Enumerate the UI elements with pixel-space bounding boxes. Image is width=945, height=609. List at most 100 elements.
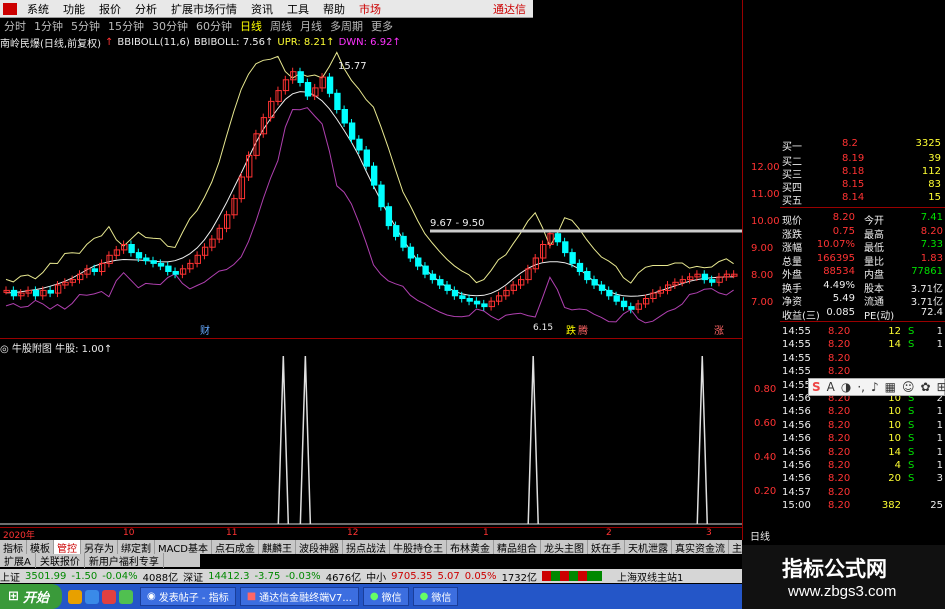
- candle-body[interactable]: [378, 184, 385, 208]
- start-button[interactable]: ⊞ 开始: [0, 584, 62, 609]
- candle-body[interactable]: [371, 165, 378, 186]
- menu-system[interactable]: 系统: [20, 1, 56, 17]
- candle-body[interactable]: [238, 176, 246, 200]
- candle-body[interactable]: [503, 289, 510, 297]
- ie-icon[interactable]: [85, 589, 99, 604]
- folder-icon[interactable]: [68, 589, 82, 604]
- candle-body[interactable]: [569, 252, 576, 264]
- candle-body[interactable]: [187, 262, 194, 270]
- candle-body[interactable]: [400, 235, 407, 248]
- candle-body[interactable]: [18, 292, 25, 297]
- taskbar-item[interactable]: ■ 通达信金融终端V7...: [239, 587, 359, 606]
- indicator-tab[interactable]: 真实资金流: [672, 540, 729, 554]
- candle-body[interactable]: [231, 198, 238, 216]
- candle-body[interactable]: [62, 281, 69, 286]
- chrome-icon[interactable]: [102, 589, 116, 604]
- tab-extension-a[interactable]: 扩展A: [0, 553, 36, 568]
- menu-info[interactable]: 资讯: [244, 1, 280, 17]
- sogou-icon[interactable]: S: [812, 380, 821, 394]
- candle-body[interactable]: [209, 238, 216, 248]
- candle-body[interactable]: [304, 82, 312, 97]
- period-tab[interactable]: 更多: [367, 18, 397, 34]
- indicator-tab[interactable]: 精品组合: [494, 540, 541, 554]
- candle-body[interactable]: [282, 79, 290, 92]
- indicator-tab[interactable]: 天机泄露: [625, 540, 672, 554]
- candle-body[interactable]: [451, 289, 459, 297]
- server-station[interactable]: 上海双线主站1: [617, 569, 683, 584]
- candle-body[interactable]: [679, 279, 687, 283]
- candle-body[interactable]: [341, 109, 348, 124]
- candle-body[interactable]: [54, 284, 62, 294]
- candle-body[interactable]: [540, 244, 547, 259]
- indicator-name[interactable]: BBIBOLL(11,6): [117, 37, 189, 48]
- candle-body[interactable]: [201, 246, 209, 256]
- candle-body[interactable]: [348, 122, 356, 140]
- candle-body[interactable]: [429, 273, 437, 281]
- candle-body[interactable]: [518, 279, 525, 286]
- period-tab[interactable]: 分时: [0, 18, 30, 34]
- candle-body[interactable]: [113, 249, 121, 256]
- period-tab[interactable]: 1分钟: [30, 18, 67, 34]
- candle-body[interactable]: [91, 268, 99, 273]
- candle-body[interactable]: [562, 241, 569, 254]
- candle-body[interactable]: [165, 265, 172, 273]
- candle-body[interactable]: [532, 257, 540, 270]
- taskbar-item[interactable]: ● 微信: [412, 587, 459, 606]
- indicator-tab[interactable]: 另存为: [81, 540, 118, 554]
- indicator-tab[interactable]: 管控: [54, 540, 81, 554]
- user-icon[interactable]: ☺: [902, 380, 915, 394]
- candle-body[interactable]: [701, 273, 709, 281]
- candle-body[interactable]: [135, 252, 143, 259]
- candle-body[interactable]: [709, 279, 716, 283]
- candle-body[interactable]: [525, 268, 532, 281]
- taskbar-item[interactable]: ◉ 发表帖子 - 指标: [140, 587, 236, 606]
- candle-body[interactable]: [723, 273, 731, 278]
- indicator-tab[interactable]: 龙头主图: [541, 540, 588, 554]
- candle-body[interactable]: [606, 289, 613, 297]
- period-tab[interactable]: 30分钟: [148, 18, 192, 34]
- candle-body[interactable]: [415, 257, 422, 267]
- candle-body[interactable]: [69, 279, 77, 283]
- candle-body[interactable]: [576, 262, 584, 272]
- candle-body[interactable]: [635, 303, 642, 310]
- indicator-tab[interactable]: 波段神器: [296, 540, 343, 554]
- candle-body[interactable]: [10, 289, 18, 297]
- candle-body[interactable]: [554, 233, 562, 243]
- candle-body[interactable]: [32, 289, 40, 297]
- candle-body[interactable]: [40, 289, 47, 297]
- candle-body[interactable]: [194, 254, 201, 264]
- spike-indicator-chart[interactable]: [0, 354, 742, 526]
- candle-body[interactable]: [172, 271, 179, 275]
- candle-body[interactable]: [47, 289, 54, 294]
- indicator-tab[interactable]: 绑定割: [118, 540, 155, 554]
- candle-body[interactable]: [731, 273, 738, 277]
- candle-body[interactable]: [224, 214, 231, 229]
- candle-body[interactable]: [495, 295, 503, 302]
- app-icon[interactable]: [119, 589, 133, 604]
- candle-body[interactable]: [466, 298, 473, 302]
- candle-body[interactable]: [326, 76, 334, 94]
- candle-body[interactable]: [99, 262, 106, 272]
- indicator-tab[interactable]: MACD基本: [155, 540, 212, 554]
- up-arrow-icon[interactable]: ↑: [105, 37, 113, 48]
- indicator-tab[interactable]: 模板: [27, 540, 54, 554]
- candle-body[interactable]: [473, 300, 481, 305]
- menu-quote[interactable]: 报价: [92, 1, 128, 17]
- period-tab[interactable]: 周线: [266, 18, 296, 34]
- candle-body[interactable]: [628, 306, 635, 310]
- candle-body[interactable]: [128, 244, 135, 254]
- mic-icon[interactable]: ♪: [871, 380, 879, 394]
- candle-body[interactable]: [510, 284, 517, 291]
- candle-body[interactable]: [157, 262, 165, 267]
- period-tab[interactable]: 月线: [296, 18, 326, 34]
- lang-icon[interactable]: A: [827, 380, 835, 394]
- menu-tools[interactable]: 工具: [280, 1, 316, 17]
- indicator-tab[interactable]: 点石成金: [212, 540, 259, 554]
- keyboard-icon[interactable]: ▦: [885, 380, 896, 394]
- candle-body[interactable]: [143, 257, 150, 262]
- candle-body[interactable]: [25, 289, 32, 294]
- skin-icon[interactable]: ✿: [921, 380, 931, 394]
- candle-body[interactable]: [584, 271, 591, 281]
- candle-body[interactable]: [246, 154, 253, 178]
- indicator-tab[interactable]: 主力封神: [729, 540, 742, 555]
